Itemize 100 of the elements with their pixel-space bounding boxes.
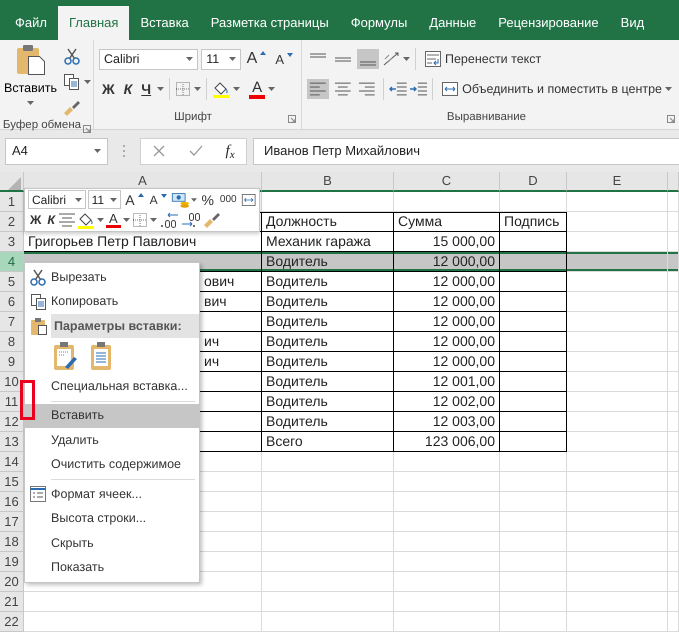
column-header[interactable] <box>668 172 679 192</box>
ribbon-tab[interactable]: Файл <box>4 6 58 40</box>
menu-item[interactable]: Вставить <box>25 404 199 428</box>
table-cell: Водитель <box>262 312 394 332</box>
row-header[interactable]: 10 <box>0 372 24 392</box>
row-header[interactable]: 19 <box>0 552 24 572</box>
font-color-button[interactable]: A <box>249 80 266 98</box>
ribbon-tab[interactable]: Данные <box>418 6 488 40</box>
wrap-text-button[interactable]: Перенести текст <box>421 48 544 70</box>
column-header[interactable]: D <box>500 172 567 192</box>
borders-icon[interactable] <box>132 212 148 228</box>
grow-font-button[interactable]: A <box>123 192 146 208</box>
font-size-field[interactable]: 11 <box>201 48 241 70</box>
row-header[interactable]: 21 <box>0 592 24 612</box>
cancel-icon[interactable] <box>152 144 166 158</box>
paste-button[interactable]: Вставить <box>2 44 59 117</box>
ribbon-tab[interactable]: Формулы <box>340 6 418 40</box>
menu-item[interactable]: Специальная вставка... <box>25 374 199 398</box>
shrink-font-button[interactable]: A <box>272 50 296 68</box>
fill-color-icon[interactable] <box>212 80 230 98</box>
center-align-icon[interactable] <box>59 213 75 228</box>
caret-icon <box>157 87 164 91</box>
paste-values-icon[interactable] <box>90 341 112 371</box>
grip-icon <box>122 143 126 159</box>
menu-item[interactable]: Формат ячеек... <box>25 482 199 506</box>
column-header[interactable]: E <box>567 172 668 192</box>
row-header[interactable]: 1 <box>0 192 24 212</box>
caret-icon <box>84 80 91 84</box>
scissors-icon[interactable] <box>63 48 81 65</box>
underline-button[interactable]: Ч <box>138 80 154 98</box>
increase-decimal-icon[interactable] <box>158 212 179 228</box>
insert-function-button[interactable]: f$_{x}$ <box>226 140 235 162</box>
row-header[interactable]: 12 <box>0 412 24 432</box>
bold-button[interactable]: Ж <box>28 213 44 228</box>
grow-font-button[interactable]: A <box>244 49 270 69</box>
shrink-font-button[interactable]: A <box>148 192 169 207</box>
ribbon-tab[interactable]: Главная <box>58 6 130 40</box>
row-header[interactable]: 16 <box>0 492 24 512</box>
menu-item[interactable]: Показать <box>25 556 199 580</box>
table-cell: 12 000,00 <box>394 252 500 272</box>
row-header[interactable]: 7 <box>0 312 24 332</box>
dialog-launcher-icon[interactable] <box>83 125 91 133</box>
group-caption: Шрифт <box>174 110 212 126</box>
ribbon-tab[interactable]: Рецензирование <box>487 6 610 40</box>
scissors-icon <box>29 268 47 286</box>
italic-button[interactable]: К <box>45 213 57 228</box>
menu-item[interactable]: Удалить <box>25 428 199 452</box>
menu-item[interactable]: Очистить содержимое <box>25 452 199 477</box>
paste-formatting-icon[interactable] <box>53 341 78 371</box>
formula-field[interactable]: Иванов Петр Михайлович <box>253 138 679 164</box>
name-box[interactable]: A4 <box>5 138 108 164</box>
row-header[interactable]: 15 <box>0 472 24 492</box>
column-header[interactable]: B <box>262 172 394 192</box>
italic-button[interactable]: К <box>120 80 136 98</box>
column-header[interactable]: C <box>394 172 500 192</box>
row-header[interactable]: 22 <box>0 612 24 632</box>
dialog-launcher-icon[interactable] <box>667 115 675 123</box>
menu-item[interactable]: Копировать <box>25 290 199 314</box>
increase-indent-icon[interactable] <box>410 81 428 97</box>
dialog-launcher-icon[interactable] <box>288 115 296 123</box>
decrease-decimal-icon[interactable] <box>180 212 201 228</box>
copy-icon[interactable] <box>63 73 80 91</box>
fill-color-icon[interactable] <box>77 211 95 230</box>
menu-item[interactable]: Скрыть <box>25 531 199 556</box>
thousands-separator-button[interactable]: 000 <box>218 194 239 206</box>
row-header[interactable]: 18 <box>0 532 24 552</box>
ribbon-tab[interactable]: Разметка страницы <box>200 6 340 40</box>
font-name-field[interactable]: Calibri <box>99 48 198 70</box>
font-size-field[interactable]: 11 <box>88 190 122 210</box>
row-header[interactable]: 4 <box>0 252 24 272</box>
row-header[interactable]: 13 <box>0 432 24 452</box>
vertical-align-icon[interactable] <box>357 49 379 69</box>
row-header[interactable]: 8 <box>0 332 24 352</box>
horizontal-align-icon[interactable] <box>307 79 329 99</box>
row-header[interactable]: 20 <box>0 572 24 592</box>
bold-button[interactable]: Ж <box>99 80 118 98</box>
font-name-field[interactable]: Calibri <box>28 190 86 210</box>
merge-cells-icon[interactable] <box>240 192 256 208</box>
row-header[interactable]: 5 <box>0 272 24 292</box>
row-header[interactable]: 14 <box>0 452 24 472</box>
format-painter-icon[interactable] <box>202 211 221 230</box>
ribbon-tab[interactable]: Вид <box>610 6 656 40</box>
menu-item[interactable]: Высота строки... <box>25 506 199 531</box>
accounting-format-icon[interactable] <box>170 190 190 209</box>
ribbon-tab[interactable]: Вставка <box>129 6 200 40</box>
row-header[interactable]: 3 <box>0 232 24 252</box>
row-header[interactable]: 2 <box>0 212 24 232</box>
font-size-text: 11 <box>206 50 220 68</box>
percent-button[interactable]: % <box>199 192 216 208</box>
borders-icon[interactable] <box>175 81 192 97</box>
format-painter-icon[interactable] <box>63 99 81 117</box>
row-header[interactable]: 9 <box>0 352 24 372</box>
merge-center-button[interactable]: Объединить и поместить в центре <box>438 79 676 99</box>
up-triangle-icon <box>260 51 266 55</box>
text-orientation-icon[interactable] <box>382 51 400 67</box>
font-color-button[interactable]: A <box>106 212 121 228</box>
row-header[interactable]: 17 <box>0 512 24 532</box>
decrease-indent-icon[interactable] <box>388 81 406 97</box>
row-header[interactable]: 6 <box>0 292 24 312</box>
check-icon[interactable] <box>188 144 203 158</box>
